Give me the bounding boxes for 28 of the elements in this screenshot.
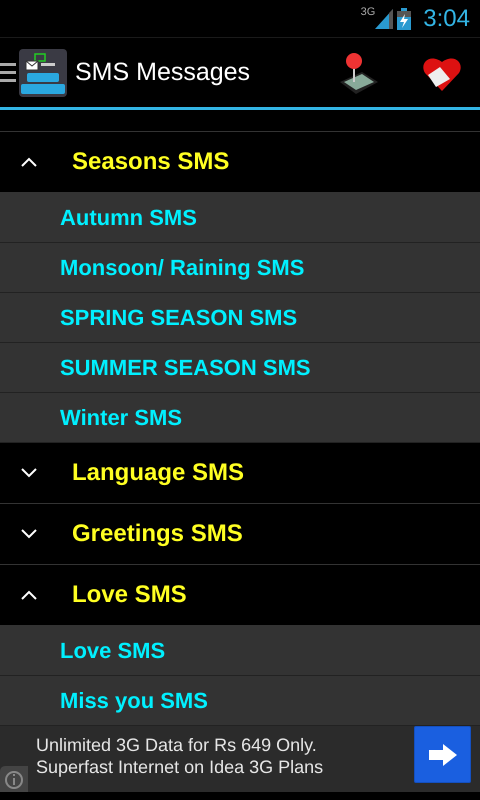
subcategory-item[interactable]: Autumn SMS: [0, 193, 480, 243]
ad-arrow-button[interactable]: [414, 726, 471, 783]
signal-icon: [375, 8, 394, 28]
info-icon[interactable]: [0, 766, 28, 792]
subcategory-item[interactable]: Monsoon/ Raining SMS: [0, 243, 480, 293]
subcategory-item[interactable]: Love SMS: [0, 626, 480, 676]
app-logo-icon[interactable]: [19, 48, 67, 96]
category-label: Seasons SMS: [72, 148, 230, 176]
subcategory-item[interactable]: Miss you SMS: [0, 676, 480, 726]
chevron-up-icon: [20, 590, 38, 600]
app-title: SMS Messages: [75, 58, 252, 87]
subcategory-item[interactable]: Winter SMS: [0, 393, 480, 443]
battery-icon: [397, 8, 412, 30]
category-label: Love SMS: [72, 581, 187, 609]
clock: 3:04: [423, 4, 470, 32]
chevron-down-icon: [20, 529, 38, 539]
subcategory-item[interactable]: SUMMER SEASON SMS: [0, 343, 480, 393]
ad-text: Unlimited 3G Data for Rs 649 Only.: [36, 734, 318, 756]
network-type: 3G: [360, 6, 376, 18]
ad-text: Superfast Internet on Idea 3G Plans: [36, 756, 324, 778]
menu-icon[interactable]: [0, 60, 16, 84]
chevron-up-icon: [20, 157, 38, 167]
arrow-right-icon: [428, 744, 456, 766]
ad-banner[interactable]: Unlimited 3G Data for Rs 649 Only. Superfast Internet on Idea 3G Plans: [0, 726, 480, 792]
category-label: Language SMS: [72, 459, 244, 487]
subcategory-item[interactable]: SPRING SEASON SMS: [0, 293, 480, 343]
chevron-down-icon: [20, 468, 38, 478]
category-label: Greetings SMS: [72, 520, 243, 548]
